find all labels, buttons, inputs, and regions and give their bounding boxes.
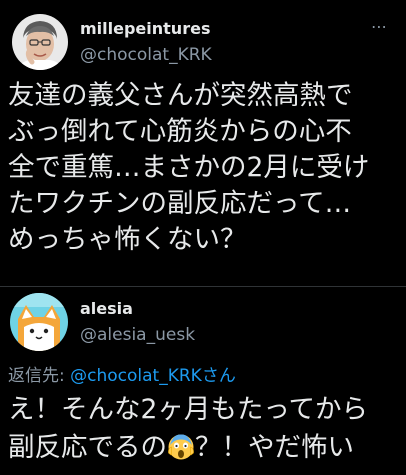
tweet-divider (0, 286, 406, 287)
replying-to: 返信先: @chocolat_KRKさん (8, 361, 236, 386)
reply-author-handle[interactable]: @alesia_uesk (80, 325, 195, 345)
reply-text-line: 副反応でるの ？！やだ怖い (8, 429, 404, 467)
reply-text-line: え！そんな2ヶ月もたってから (8, 394, 369, 425)
replying-to-suffix: さん (201, 366, 236, 386)
reply-text-segment: ？！やだ怖い (195, 432, 354, 463)
author-avatar[interactable] (12, 14, 68, 70)
author-name[interactable]: millepeintures (80, 19, 210, 38)
face-screaming-in-fear-emoji (167, 433, 195, 461)
replying-to-link[interactable]: @chocolat_KRK (70, 366, 202, 386)
tweet-text-line: たワクチンの副反応だって… (8, 188, 352, 219)
tweet-text-line: 友達の義父さんが突然高熱で (8, 80, 353, 111)
tweet-text-line: めっちゃ怖くない？ (8, 224, 247, 255)
tweet-text-line: 全で重篤…まさかの2月に受け (8, 152, 370, 183)
reply-text-segment: 副反応でるの (8, 432, 167, 463)
replying-to-label: 返信先: (8, 366, 71, 386)
tweet-text-line: ぶっ倒れて心筋炎からの心不 (8, 116, 352, 147)
tweet-text: 友達の義父さんが突然高熱で ぶっ倒れて心筋炎からの心不 全で重篤…まさかの2月に… (8, 78, 400, 258)
reply-author-avatar[interactable] (10, 293, 68, 351)
more-icon[interactable]: ⋯ (371, 17, 388, 36)
reply-author-name[interactable]: alesia (80, 299, 133, 318)
reply-text: え！そんな2ヶ月もたってから 副反応でるの ？！やだ怖い (8, 391, 404, 467)
author-handle[interactable]: @chocolat_KRK (80, 45, 212, 65)
